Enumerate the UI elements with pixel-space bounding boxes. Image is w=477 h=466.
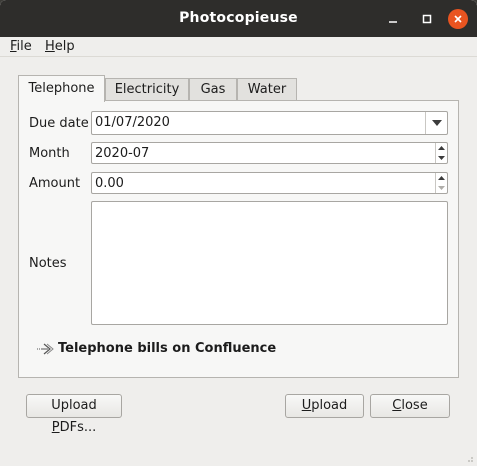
confluence-link-label[interactable]: Telephone bills on Confluence: [58, 341, 276, 356]
menu-help[interactable]: Help: [45, 39, 75, 54]
upload-pdfs-button[interactable]: Upload PDFs...: [26, 394, 122, 435]
close-window-button[interactable]: [448, 9, 468, 29]
month-spinbox[interactable]: 2020-07: [91, 142, 448, 164]
close-mnemonic: C: [392, 398, 402, 413]
resize-grip-icon[interactable]: [464, 453, 474, 463]
chevron-down-icon: [431, 120, 442, 126]
menu-help-mnemonic: H: [45, 39, 55, 54]
upload-mnemonic: U: [301, 398, 312, 413]
notes-label: Notes: [29, 256, 67, 271]
upload-pdfs-label-end: DFs...: [59, 420, 97, 435]
arrow-up-icon: [438, 146, 445, 150]
month-stepper[interactable]: [435, 143, 447, 163]
amount-label: Amount: [29, 176, 81, 191]
tab-water[interactable]: Water: [237, 78, 297, 101]
link-arrow-icon: [37, 343, 54, 354]
tab-telephone[interactable]: Telephone: [18, 75, 105, 102]
minimize-icon: [389, 21, 397, 23]
amount-decrement-button: [436, 183, 447, 193]
amount-spinbox[interactable]: 0.00: [91, 172, 448, 194]
due-date-combo[interactable]: 01/07/2020: [91, 111, 448, 135]
tab-gas[interactable]: Gas: [189, 78, 237, 101]
minimize-button[interactable]: [383, 9, 403, 29]
month-label: Month: [29, 146, 70, 161]
month-increment-button[interactable]: [436, 143, 447, 153]
close-button[interactable]: Close: [370, 394, 450, 418]
title-bar[interactable]: Photocopieuse: [0, 0, 477, 37]
due-date-value: 01/07/2020: [95, 115, 170, 130]
close-label: lose: [401, 398, 428, 413]
amount-value: 0.00: [95, 176, 124, 191]
dropdown-button[interactable]: [425, 112, 447, 134]
amount-stepper[interactable]: [435, 173, 447, 193]
amount-increment-button[interactable]: [436, 173, 447, 183]
arrow-down-icon: [438, 156, 445, 160]
confluence-link[interactable]: Telephone bills on Confluence: [36, 341, 276, 356]
upload-button[interactable]: Upload: [285, 394, 364, 418]
app-window: Photocopieuse File Help Telephone Electr…: [0, 0, 477, 466]
menu-help-label: elp: [54, 39, 75, 54]
window-title: Photocopieuse: [179, 10, 298, 26]
maximize-icon: [422, 14, 432, 24]
menu-file[interactable]: File: [10, 39, 32, 54]
due-date-label: Due date: [29, 116, 89, 131]
upload-label: pload: [311, 398, 348, 413]
arrow-down-icon: [438, 186, 445, 190]
month-decrement-button[interactable]: [436, 153, 447, 163]
upload-pdfs-mnemonic: P: [51, 420, 60, 435]
notes-textarea[interactable]: [91, 201, 448, 325]
tab-electricity[interactable]: Electricity: [105, 78, 189, 101]
month-value: 2020-07: [95, 146, 150, 161]
upload-pdfs-label-start: Upload: [51, 398, 97, 413]
close-icon: [454, 15, 462, 23]
menu-file-label: ile: [16, 39, 32, 54]
maximize-button[interactable]: [417, 9, 437, 29]
menu-bar: File Help: [0, 37, 477, 57]
arrow-up-icon: [438, 176, 445, 180]
